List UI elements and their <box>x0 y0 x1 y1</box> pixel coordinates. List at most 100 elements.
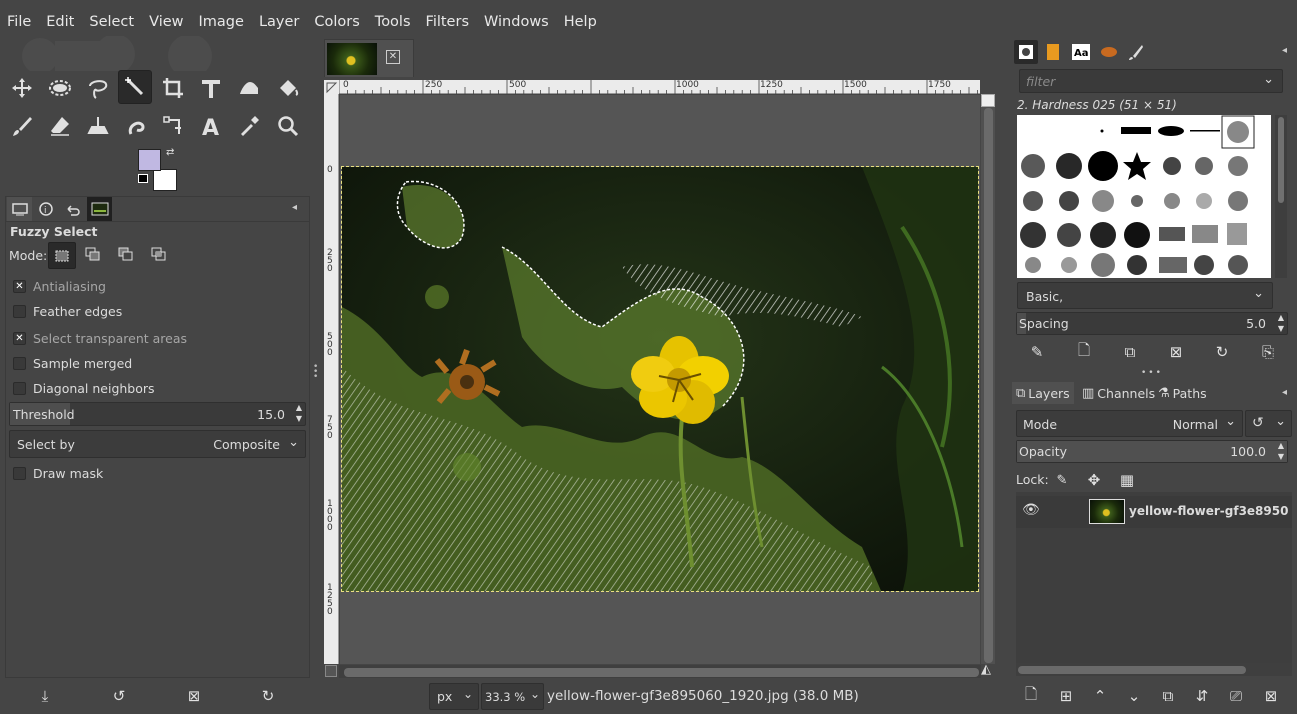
bucket-fill-tool-icon[interactable] <box>271 71 305 105</box>
mode-reset-combo[interactable]: ↺ ⌄ <box>1245 410 1292 437</box>
navigate-icon[interactable] <box>981 94 995 107</box>
tool-presets-tab-icon[interactable] <box>1097 40 1121 64</box>
close-tab-icon[interactable]: ✕ <box>386 50 400 64</box>
dock-handle-icon[interactable]: • • • <box>313 363 318 382</box>
delete-options-icon[interactable]: ⊠ <box>182 685 206 707</box>
image-tab[interactable]: ✕ <box>324 39 414 77</box>
panel-menu-icon[interactable]: ◂ <box>292 202 297 213</box>
zoom-tool-icon[interactable] <box>271 109 305 143</box>
dock-separator-handle[interactable]: ••• <box>1141 368 1163 378</box>
paint-dynamics-tab-icon[interactable] <box>1124 40 1148 64</box>
add-mask-icon[interactable]: ⎚ <box>1224 685 1248 707</box>
tab-layers[interactable]: ⧉ Layers <box>1012 382 1074 404</box>
patterns-tab-icon[interactable] <box>1041 40 1065 64</box>
foreground-color-swatch[interactable] <box>138 149 161 171</box>
menu-select[interactable]: Select <box>81 11 141 33</box>
vertical-scrollbar[interactable] <box>981 94 995 664</box>
ruler-corner[interactable] <box>324 80 339 94</box>
tab-channels[interactable]: ▥ Channels <box>1078 382 1159 404</box>
layer-hscrollbar[interactable] <box>1016 663 1292 676</box>
menu-file[interactable]: File <box>0 11 38 33</box>
undo-history-tab-icon[interactable] <box>60 197 85 221</box>
draw-mask-checkbox[interactable] <box>13 467 26 480</box>
smudge-tool-icon[interactable] <box>118 109 152 143</box>
menu-tools[interactable]: Tools <box>367 11 418 33</box>
lock-position-icon[interactable]: ✥ <box>1082 469 1106 491</box>
horizontal-scroll-thumb[interactable] <box>344 668 979 677</box>
raise-layer-icon[interactable]: ⌃ <box>1088 685 1112 707</box>
diagonal-neighbors-checkbox[interactable] <box>13 382 26 395</box>
layer-hscroll-thumb[interactable] <box>1018 666 1246 674</box>
horizontal-scrollbar[interactable]: ◭ <box>325 662 991 678</box>
path-tool-icon[interactable] <box>156 109 190 143</box>
unified-transform-tool-icon[interactable] <box>194 71 228 105</box>
select-transparent-checkbox[interactable]: ✕ <box>13 332 26 345</box>
layer-row[interactable]: 👁 yellow-flower-gf3e895060_1 <box>1016 496 1292 528</box>
spacing-spinscale[interactable]: Spacing 5.0 ▲ ▼ <box>1016 312 1288 335</box>
tab-paths[interactable]: ⚗ Paths <box>1154 382 1211 404</box>
menu-windows[interactable]: Windows <box>476 11 556 33</box>
vertical-ruler[interactable]: 0 250 500 750 1000 1250 <box>324 94 339 664</box>
horizontal-ruler[interactable]: 0 250 500 1000 1250 1500 1750 <box>339 80 980 94</box>
clone-tool-icon[interactable] <box>81 109 115 143</box>
device-status-tab-icon[interactable]: i <box>33 197 58 221</box>
reset-options-icon[interactable]: ↻ <box>256 685 280 707</box>
text-tool-icon[interactable]: A <box>194 109 228 143</box>
brush-scroll-thumb[interactable] <box>1278 117 1284 203</box>
duplicate-layer-icon[interactable]: ⧉ <box>1156 685 1180 707</box>
new-brush-icon[interactable]: 🗋 <box>1072 341 1096 363</box>
duplicate-brush-icon[interactable]: ⧉ <box>1118 341 1142 363</box>
antialiasing-checkbox[interactable]: ✕ <box>13 280 26 293</box>
default-colors-icon[interactable] <box>138 174 148 183</box>
lock-alpha-icon[interactable]: ▦ <box>1115 469 1139 491</box>
mode-subtract-button[interactable] <box>118 247 134 264</box>
brush-preset-combo[interactable]: Basic, ⌄ <box>1017 282 1273 309</box>
warp-transform-tool-icon[interactable] <box>232 71 266 105</box>
refresh-brushes-icon[interactable]: ↻ <box>1210 341 1234 363</box>
tool-options-tab-icon[interactable] <box>7 197 32 221</box>
ellipse-select-tool-icon[interactable] <box>43 71 77 105</box>
crop-tool-icon[interactable] <box>156 71 190 105</box>
threshold-stepper-icon[interactable]: ▲ ▼ <box>296 402 302 424</box>
move-tool-icon[interactable] <box>5 71 39 105</box>
layer-list[interactable]: 👁 yellow-flower-gf3e895060_1 <box>1016 492 1292 664</box>
color-picker-tool-icon[interactable] <box>232 109 266 143</box>
feather-edges-checkbox[interactable] <box>13 305 26 318</box>
lower-layer-icon[interactable]: ⌄ <box>1122 685 1146 707</box>
images-tab-icon[interactable] <box>87 197 112 221</box>
fonts-tab-icon[interactable]: Aa <box>1069 40 1093 64</box>
brush-grid[interactable] <box>1017 115 1271 278</box>
layer-mode-combo[interactable]: Mode Normal ⌄ <box>1016 410 1243 437</box>
sample-merged-checkbox[interactable] <box>13 357 26 370</box>
brushes-tab-icon[interactable] <box>1014 40 1038 64</box>
mode-replace-button[interactable] <box>48 242 76 269</box>
brush-filter-input[interactable]: filter ⌄ <box>1019 69 1283 93</box>
mode-intersect-button[interactable] <box>151 247 167 264</box>
paintbrush-tool-icon[interactable] <box>5 109 39 143</box>
opacity-spinscale[interactable]: Opacity 100.0 ▲ ▼ <box>1016 440 1288 463</box>
spacing-stepper-icon[interactable]: ▲ ▼ <box>1278 312 1284 334</box>
new-layer-icon[interactable]: 🗋 <box>1019 685 1043 707</box>
eraser-tool-icon[interactable] <box>43 109 77 143</box>
swap-colors-icon[interactable]: ⇄ <box>166 147 174 158</box>
merge-down-icon[interactable]: ⇵ <box>1190 685 1214 707</box>
eye-icon[interactable]: 👁 <box>1022 502 1040 518</box>
fuzzy-select-tool-icon[interactable] <box>118 70 152 104</box>
panel-menu-icon[interactable]: ◂ <box>1282 387 1287 398</box>
delete-layer-icon[interactable]: ⊠ <box>1259 685 1283 707</box>
menu-filters[interactable]: Filters <box>418 11 476 33</box>
open-brush-as-image-icon[interactable]: ⎘ <box>1256 341 1280 363</box>
vertical-scroll-thumb[interactable] <box>984 108 993 663</box>
menu-image[interactable]: Image <box>191 11 251 33</box>
mode-add-button[interactable] <box>85 247 101 264</box>
new-layer-group-icon[interactable]: ⊞ <box>1054 685 1078 707</box>
menu-edit[interactable]: Edit <box>38 11 81 33</box>
select-by-combo[interactable]: Select by Composite ⌄ <box>9 430 306 458</box>
menu-layer[interactable]: Layer <box>251 11 306 33</box>
brush-scrollbar[interactable] <box>1275 115 1287 278</box>
edit-brush-icon[interactable]: ✎ <box>1025 341 1049 363</box>
opacity-stepper-icon[interactable]: ▲ ▼ <box>1278 440 1284 462</box>
delete-brush-icon[interactable]: ⊠ <box>1164 341 1188 363</box>
unit-combo[interactable]: px ⌄ <box>429 683 479 710</box>
menu-colors[interactable]: Colors <box>306 11 366 33</box>
